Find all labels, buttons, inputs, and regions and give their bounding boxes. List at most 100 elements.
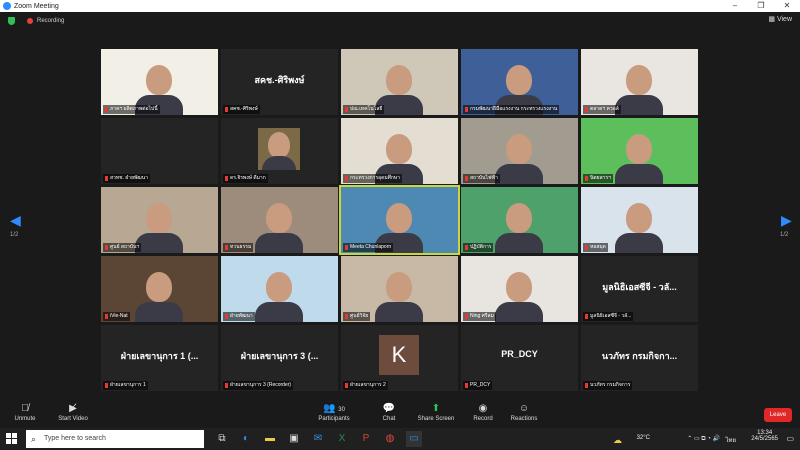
participant-tile[interactable]: ตลาดฯ ควอล์	[581, 49, 698, 115]
security-shield-icon[interactable]	[8, 17, 15, 25]
participant-tile[interactable]: สวทช. ฝ่ายพัฒนา	[101, 118, 218, 184]
view-button[interactable]: ▦ View	[768, 15, 792, 23]
reactions-icon: ☺	[518, 403, 530, 414]
participant-video-face	[386, 65, 412, 95]
participant-video-face	[506, 65, 532, 95]
close-button[interactable]: ✕	[774, 0, 800, 12]
participant-tile[interactable]: หอสมุด	[581, 187, 698, 253]
participant-tile[interactable]: PR_DCY PR_DCY	[461, 325, 578, 391]
participant-name-label: ศูนย์ สถาบันฯ	[103, 243, 142, 252]
participant-video-face	[506, 203, 532, 233]
participant-tile[interactable]: ฝ่ายเลขานุการ 1 (... ฝ่ายเลขานุการ 1	[101, 325, 218, 391]
participant-name-label: Ning ศรีลม	[463, 312, 496, 321]
participant-tile[interactable]: กระทรวงการอุดมศึกษา	[341, 118, 458, 184]
task-view-icon[interactable]: ⧉	[214, 431, 230, 447]
participant-video-face	[626, 134, 652, 164]
participant-name-label: ฝ่ายเลขานุการ 3 (Recorder)	[223, 381, 294, 390]
minimize-button[interactable]: –	[722, 0, 748, 12]
start-video-button[interactable]: ▶̸ Start Video	[48, 402, 98, 422]
participant-name-label: กรมพัฒนาฝีมือแรงงาน กระทรวงแรงงาน	[463, 105, 560, 114]
muted-mic-icon: 🎙̸	[21, 403, 29, 414]
participant-name-label: มูลนิธิเอสซีจี - วลั...	[583, 312, 634, 321]
participant-name-label: กระทรวงการอุดมศึกษา	[343, 174, 402, 183]
participant-name-label: ทวนธรรม	[223, 243, 254, 252]
participant-display-name: ฝ่ายเลขานุการ 3 (...	[240, 351, 319, 361]
participant-tile[interactable]: ฝ่ายพัฒนา	[221, 256, 338, 322]
participant-tile[interactable]: ภาคฯ ผลิตภาพต่อไปนี้	[101, 49, 218, 115]
store-icon[interactable]: ▣	[286, 431, 302, 447]
participant-display-name: PR_DCY	[501, 349, 538, 359]
meeting-toolbar: 🎙̸ Unmute ▶̸ Start Video 👥 30 Participan…	[0, 402, 800, 428]
participant-tile[interactable]: ทวนธรรม	[221, 187, 338, 253]
reactions-label: Reactions	[510, 416, 538, 422]
participant-video-body	[495, 302, 543, 322]
windows-start-icon[interactable]	[6, 433, 18, 445]
participant-video-body	[135, 302, 183, 322]
share-screen-button[interactable]: ⬆ Share Screen	[411, 402, 461, 422]
participant-video-face	[506, 134, 532, 164]
participant-video-face	[386, 203, 412, 233]
participant-name-label: นวภัทร กรมกิจการ	[583, 381, 633, 390]
participant-name-label: สวทช. ฝ่ายพัฒนา	[103, 174, 151, 183]
participant-name-label: ดร.จิรพงษ์ ดีมาก	[223, 174, 268, 183]
participant-tile[interactable]: ศูนย์ สถาบันฯ	[101, 187, 218, 253]
participants-button[interactable]: 👥 30 Participants	[309, 402, 359, 422]
page-indicator-left: 1/2	[10, 232, 19, 238]
participant-name-label: ปณ.เทคโนโลยี	[343, 105, 385, 114]
participant-video-body	[615, 95, 663, 115]
tray-icons[interactable]: ⌃ ▭ ⧉ ◔ 🔊	[687, 435, 720, 443]
language-indicator[interactable]: ไทย	[726, 435, 737, 445]
participant-tile[interactable]: สถาบันไฟฟ้า	[461, 118, 578, 184]
participant-tile[interactable]: นิตยสารฯ	[581, 118, 698, 184]
excel-icon[interactable]: X	[334, 431, 350, 447]
reactions-button[interactable]: ☺ Reactions	[499, 402, 549, 422]
participant-tile[interactable]: ดร.จิรพงษ์ ดีมาก	[221, 118, 338, 184]
participant-name-label: Meeta Chunlaporn	[343, 243, 394, 252]
participant-name-label: ฝ่ายพัฒนา	[223, 312, 255, 321]
participant-video-face	[626, 203, 652, 233]
participant-tile[interactable]: นวภัทร กรมกิจกา... นวภัทร กรมกิจการ	[581, 325, 698, 391]
maximize-button[interactable]: ❐	[748, 0, 774, 12]
search-placeholder: Type here to search	[44, 435, 106, 442]
taskbar-search-box[interactable]: ⌕ Type here to search	[26, 430, 204, 448]
participant-video-body	[615, 233, 663, 253]
edge-browser-icon[interactable]: ◐	[238, 431, 254, 447]
participant-tile[interactable]: มูลนิธิเอสซีจี - วลั... มูลนิธิเอสซีจี - …	[581, 256, 698, 322]
weather-icon: ☁	[613, 435, 622, 445]
participant-tile[interactable]: ปฏิบัติการ	[461, 187, 578, 253]
clock[interactable]: 13:34 24/5/2565	[751, 430, 778, 442]
next-page-arrow-icon[interactable]: ▶	[781, 212, 792, 229]
recording-dot-icon	[27, 18, 33, 24]
zoom-taskbar-icon[interactable]: ▭	[406, 431, 422, 447]
chat-button[interactable]: 💬 Chat	[364, 402, 414, 422]
start-video-label: Start Video	[58, 416, 88, 422]
participant-video-face	[146, 203, 172, 233]
participant-tile[interactable]: สคช.-ศิริพงษ์ สคช.-ศิริพงษ์	[221, 49, 338, 115]
participant-tile[interactable]: Ning ศรีลม	[461, 256, 578, 322]
participants-count: 30	[338, 407, 345, 413]
prev-page-arrow-icon[interactable]: ◀	[10, 212, 21, 229]
file-explorer-icon[interactable]: ▬	[262, 431, 278, 447]
participant-tile[interactable]: iVie-Nat	[101, 256, 218, 322]
page-indicator-right: 1/2	[780, 232, 789, 238]
participant-tile[interactable]: กรมพัฒนาฝีมือแรงงาน กระทรวงแรงงาน	[461, 49, 578, 115]
participant-video-body	[495, 164, 543, 184]
participant-video-body	[495, 233, 543, 253]
participant-tile[interactable]: ฝ่ายเลขานุการ 3 (... ฝ่ายเลขานุการ 3 (Rec…	[221, 325, 338, 391]
participant-video-face	[626, 65, 652, 95]
participant-tile[interactable]: ปณ.เทคโนโลยี	[341, 49, 458, 115]
participant-tile[interactable]: ศูนย์วิจัย	[341, 256, 458, 322]
weather-temp[interactable]: 32°C	[637, 435, 650, 441]
leave-button[interactable]: Leave	[764, 408, 792, 422]
participant-video-face	[266, 272, 292, 302]
search-icon: ⌕	[31, 434, 37, 444]
powerpoint-icon[interactable]: P	[358, 431, 374, 447]
windows-taskbar: ⌕ Type here to search ⧉ ◐ ▬ ▣ ✉ X P ◍ ▭ …	[0, 428, 800, 450]
participant-video-body	[375, 302, 423, 322]
chrome-icon[interactable]: ◍	[382, 431, 398, 447]
participant-tile[interactable]: Meeta Chunlaporn	[339, 185, 460, 255]
unmute-button[interactable]: 🎙̸ Unmute	[0, 402, 50, 422]
participant-tile[interactable]: K ฝ่ายเลขานุการ 2	[341, 325, 458, 391]
mail-icon[interactable]: ✉	[310, 431, 326, 447]
notification-icon[interactable]: ▭	[786, 434, 794, 443]
